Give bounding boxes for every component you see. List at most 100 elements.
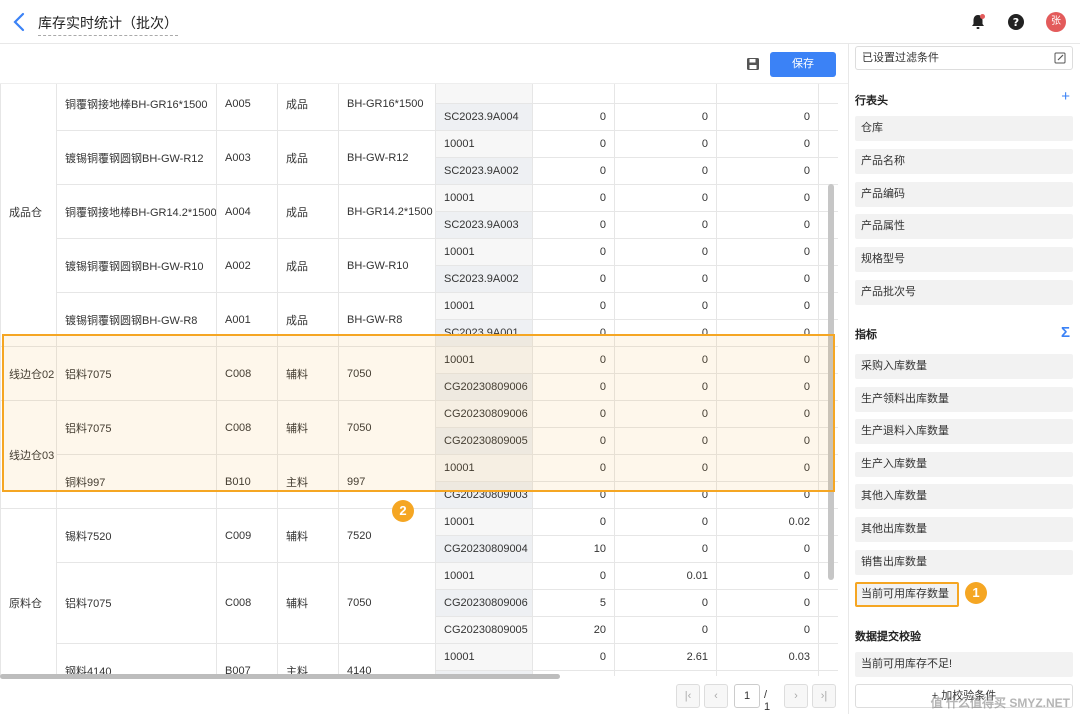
blank-cell [818, 157, 838, 185]
table-row: 原料仓 锡料7520 C009 辅料 7520 10001 0 0 0.02 [0, 508, 838, 676]
row-header-item[interactable]: 产品批次号 [855, 280, 1073, 305]
metric-item[interactable]: 生产退料入库数量 [855, 419, 1073, 445]
product-code-cell: A001 [216, 292, 278, 347]
qty-cell: 0 [614, 184, 717, 212]
row-header-item[interactable]: 产品属性 [855, 214, 1073, 240]
qty-cell: 0 [532, 373, 615, 401]
metric-item[interactable]: 生产领料出库数量 [855, 386, 1073, 412]
metric-item[interactable]: 当前可用库存数量 [855, 582, 959, 608]
metric-item[interactable]: 生产入库数量 [855, 451, 1073, 477]
edit-icon[interactable] [1054, 52, 1066, 64]
validation-item[interactable]: 当前可用库存不足! [855, 652, 1073, 677]
product-attr-cell: 成品 [277, 184, 339, 239]
qty-cell [532, 84, 615, 104]
product-code-cell: A005 [216, 84, 278, 131]
batch-cell: 10001 [435, 454, 533, 482]
qty-cell: 0 [716, 589, 819, 617]
product-code-cell: C008 [216, 400, 278, 455]
row-header-item[interactable]: 产品编码 [855, 181, 1073, 207]
metric-item[interactable]: 其他入库数量 [855, 484, 1073, 510]
batch-cell: SC2023.9A003 [435, 211, 533, 239]
qty-cell: 0 [532, 508, 615, 536]
metric-item[interactable]: 采购入库数量 [855, 354, 1073, 379]
qty-cell: 0 [532, 346, 615, 374]
product-name-cell: 铜覆钢接地棒BH-GR16*1500 [56, 84, 217, 131]
bell-icon[interactable] [968, 12, 988, 32]
qty-cell: 0 [614, 157, 717, 185]
disk-icon[interactable] [746, 57, 760, 71]
spec-cell: 7520 [338, 508, 436, 563]
qty-cell: 0 [716, 319, 819, 347]
product-name-cell: 镀锡铜覆钢圆钢BH-GW-R12 [56, 130, 217, 185]
qty-cell: 0 [532, 157, 615, 185]
batch-cell: CG20230809006 [435, 400, 533, 428]
metric-item[interactable]: 其他出库数量 [855, 517, 1073, 542]
product-code-cell: A002 [216, 238, 278, 293]
spec-cell: BH-GR16*1500 [338, 84, 436, 131]
product-attr-cell: 成品 [277, 238, 339, 293]
batch-cell: CG20230809005 [435, 616, 533, 644]
spec-cell: 997 [338, 454, 436, 509]
qty-cell: 0 [614, 616, 717, 644]
help-icon[interactable]: ? [1006, 12, 1026, 32]
qty-cell: 0 [716, 427, 819, 455]
qty-cell: 0 [614, 265, 717, 293]
product-code-cell: C008 [216, 562, 278, 644]
qty-cell: 0.03 [716, 643, 819, 671]
product-code-cell: C008 [216, 346, 278, 401]
qty-cell: 0 [614, 535, 717, 563]
product-attr-cell: 主料 [277, 643, 339, 676]
save-button[interactable]: 保存 [770, 52, 836, 77]
next-page-button[interactable]: › [784, 684, 808, 708]
warehouse-cell: 线边仓03 [0, 400, 57, 509]
blank-cell [818, 643, 838, 671]
table-row: 钢料4140 B007 主料 4140 10001 0 2.61 0.03 [1, 643, 838, 676]
row-header-item[interactable]: 仓库 [855, 116, 1073, 141]
qty-cell: 0 [532, 454, 615, 482]
batch-cell: CG20230809006 [435, 373, 533, 401]
product-attr-cell: 辅料 [277, 346, 339, 401]
row-header-item[interactable]: 规格型号 [855, 247, 1073, 273]
first-page-button[interactable]: |‹ [676, 684, 700, 708]
vertical-scrollbar[interactable] [828, 184, 834, 580]
add-icon[interactable]: + [1061, 88, 1070, 105]
marker-two-badge: 2 [392, 500, 414, 522]
qty-cell: 0 [716, 157, 819, 185]
blank-cell [818, 589, 838, 617]
blank-cell [818, 84, 838, 104]
last-page-button[interactable]: ›| [812, 684, 836, 708]
horizontal-scrollbar[interactable] [0, 674, 560, 679]
batch-cell: SC2023.9A001 [435, 319, 533, 347]
qty-cell: 0 [614, 670, 717, 676]
prev-page-button[interactable]: ‹ [704, 684, 728, 708]
avatar[interactable]: 张 [1046, 12, 1066, 32]
qty-cell: 0 [716, 130, 819, 158]
table-row: 线边仓02 铝料7075 C008 辅料 7050 10001 0 0 0 [0, 346, 838, 401]
svg-text:?: ? [1013, 16, 1019, 29]
metric-item[interactable]: 销售出库数量 [855, 549, 1073, 575]
batch-cell: 10001 [435, 643, 533, 671]
batch-cell: 10001 [435, 508, 533, 536]
qty-cell: 5 [532, 589, 615, 617]
blank-cell [818, 103, 838, 131]
qty-cell: 0 [532, 562, 615, 590]
back-arrow-icon[interactable] [10, 10, 30, 34]
product-name-cell: 铜料997 [56, 454, 217, 509]
batch-cell: CG20230809003 [435, 481, 533, 509]
qty-cell: 0 [614, 400, 717, 428]
qty-cell: 0 [716, 265, 819, 293]
page-total: / 1 [764, 689, 771, 713]
page-number-input[interactable]: 1 [734, 684, 760, 708]
sigma-icon[interactable]: Σ [1061, 324, 1070, 341]
spec-cell: 7050 [338, 562, 436, 644]
row-header-item[interactable]: 产品名称 [855, 148, 1073, 174]
product-code-cell: A004 [216, 184, 278, 239]
product-name-cell: 铝料7075 [56, 346, 217, 401]
warehouse-cell: 线边仓02 [0, 346, 57, 401]
qty-cell: 2.61 [614, 643, 717, 671]
batch-cell: 10001 [435, 346, 533, 374]
qty-cell: 0 [614, 319, 717, 347]
filter-condition-button[interactable]: 已设置过滤条件 [855, 46, 1073, 70]
product-name-cell: 铝料7075 [56, 562, 217, 644]
product-attr-cell: 成品 [277, 84, 339, 131]
